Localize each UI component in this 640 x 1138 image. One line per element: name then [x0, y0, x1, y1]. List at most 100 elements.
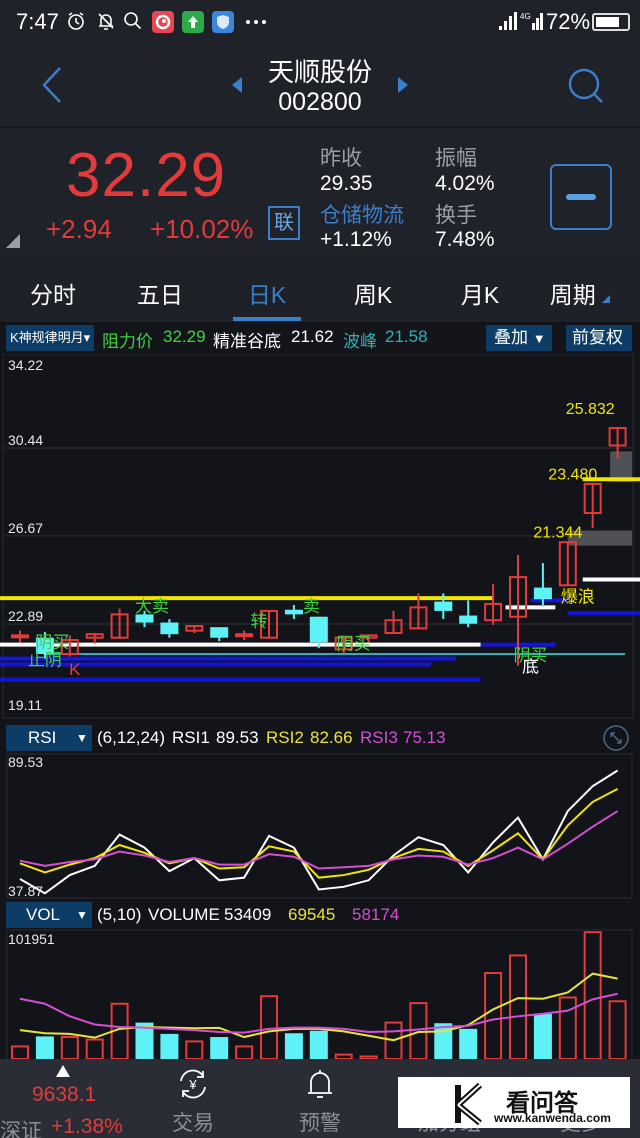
turnover-value: 7.48% — [435, 228, 495, 251]
candle — [484, 584, 503, 625]
indicator-select-label: K神规律明月 — [10, 330, 84, 345]
candle — [459, 600, 478, 628]
tab-five-day[interactable]: 五日 — [110, 276, 210, 310]
tab-weekly-k[interactable]: 周K — [323, 276, 423, 310]
overlay-button[interactable]: 叠加 ▼ — [486, 325, 552, 351]
vol-params: (5,10) — [97, 905, 142, 924]
search-icon — [124, 12, 142, 30]
candle — [185, 625, 204, 634]
sector-change: +1.12% — [320, 228, 392, 251]
dropdown-arrow-icon: ▾ — [83, 330, 91, 345]
stock-header: 天顺股份 002800 — [0, 44, 640, 128]
candle — [210, 627, 229, 642]
sector-link[interactable]: 仓储物流 — [320, 199, 404, 229]
peak-value: 21.58 — [385, 327, 428, 346]
stock-code: 002800 — [278, 88, 362, 116]
rsi-select[interactable]: RSI ▼ — [6, 725, 92, 751]
nav-trade-label: 交易 — [172, 1112, 214, 1135]
candle-body — [459, 615, 478, 624]
resistance-value: 32.29 — [163, 327, 206, 346]
volume-bar — [459, 1028, 478, 1059]
rsi-line-rsi1 — [19, 769, 619, 895]
fullscreen-icon[interactable] — [602, 724, 630, 752]
more-icon — [246, 20, 266, 24]
valley-value: 21.62 — [291, 327, 334, 346]
volume-bar — [160, 1033, 179, 1059]
alarm-icon — [68, 12, 84, 30]
chart-annotation: 大卖 — [135, 597, 169, 616]
candle-body — [434, 601, 453, 611]
volume-bar — [583, 931, 602, 1059]
candle-body — [284, 609, 303, 615]
vol-select[interactable]: VOL ▼ — [6, 902, 92, 928]
kline-panel: 34.2230.4426.6722.8919.11大卖转卖阴买止阴 K阴买阴买底爆… — [0, 354, 640, 719]
chart-annotation: 25.832 — [566, 401, 615, 418]
dropdown-arrow-icon: ▼ — [532, 331, 546, 346]
tab-period[interactable]: 周期 — [530, 276, 630, 310]
peak-label: 波峰 — [343, 332, 377, 351]
volume-bar — [235, 1045, 254, 1059]
nav-alert-label: 预警 — [299, 1112, 341, 1135]
signal-icon — [499, 12, 517, 30]
candle-body — [11, 634, 29, 639]
chart-annotation: 阴买 — [35, 633, 69, 652]
chart-svg[interactable]: 34.2230.4426.6722.8919.11大卖转卖阴买止阴 K阴买阴买底爆… — [0, 354, 640, 1059]
tab-period-label: 周期 — [549, 282, 596, 308]
candle — [284, 605, 303, 620]
rsi-frame — [6, 753, 633, 899]
tab-intraday[interactable]: 分时 — [3, 276, 103, 310]
vol-ma5-line — [19, 972, 618, 1042]
index-name[interactable]: 深证 — [0, 1115, 42, 1138]
minus-icon — [566, 194, 596, 200]
candle — [160, 619, 179, 638]
quote-panel: 32.29 +2.94 +10.02% 联 昨收 29.35 仓储物流 +1.1… — [0, 128, 640, 260]
resistance-label: 阻力价 — [102, 332, 153, 351]
triangle-right-icon[interactable] — [396, 76, 410, 94]
chart-annotation: 底 — [522, 658, 539, 677]
prev-close-value: 29.35 — [320, 172, 373, 195]
gray-zone — [610, 451, 632, 482]
chart-annotation: 转 — [251, 612, 268, 631]
battery-percent: 72% — [546, 9, 591, 34]
candle-body — [160, 622, 179, 635]
rsi2-value: 82.66 — [310, 728, 353, 747]
search-icon[interactable] — [566, 66, 606, 106]
tab-daily-k[interactable]: 日K — [217, 276, 317, 310]
amplitude-value: 4.02% — [435, 172, 495, 195]
app-root: 7:47 4G 72% 天顺股份 002800 32.29 +2.94 +10.… — [0, 0, 640, 1138]
chart-annotation: 爆浪 — [561, 588, 595, 607]
price-change: +2.94 — [46, 214, 112, 244]
candle — [583, 482, 602, 529]
candle — [533, 563, 552, 606]
vol-ma10-line — [19, 992, 618, 1034]
volume-bar — [484, 971, 503, 1059]
y-tick-label: 26.67 — [8, 520, 43, 536]
chart-annotation: 23.480 — [548, 466, 597, 483]
remove-watchlist-button[interactable] — [550, 164, 612, 230]
bell-icon — [308, 1070, 332, 1098]
rsi1-label: RSI1 — [172, 728, 210, 747]
y-tick-label: 89.53 — [8, 754, 43, 770]
adjust-button[interactable]: 前复权 — [566, 325, 632, 351]
rsi3-value: 75.13 — [403, 728, 446, 747]
valley-label: 精准谷底 — [213, 332, 281, 351]
expand-corner-icon[interactable] — [6, 234, 20, 248]
y-tick-label: 37.87 — [8, 883, 43, 899]
overlay-label: 叠加 — [494, 328, 528, 347]
app-blue-shield-icon — [212, 11, 234, 33]
rsi2-label: RSI2 — [266, 728, 304, 747]
nav-trade[interactable]: ¥ 交易 — [150, 1059, 240, 1138]
nav-alert[interactable]: 预警 — [275, 1059, 365, 1138]
yuan-exchange-icon: ¥ — [180, 1069, 206, 1099]
tab-monthly-k[interactable]: 月K — [430, 276, 530, 310]
index-value[interactable]: 9638.1 — [32, 1083, 96, 1107]
candle — [558, 541, 577, 587]
candle — [235, 630, 254, 641]
watermark-overlay: 看问答 www.kanwenda.com — [398, 1077, 630, 1128]
indicator-select[interactable]: K神规律明月▾ — [6, 325, 94, 351]
linked-button[interactable]: 联 — [268, 206, 300, 240]
chart-annotation: 卖 — [303, 597, 320, 616]
volume-panel: 101951 — [6, 929, 633, 1059]
period-tabs: 分时 五日 日K 周K 月K 周期 — [0, 262, 640, 322]
volume-bar — [85, 1038, 104, 1059]
